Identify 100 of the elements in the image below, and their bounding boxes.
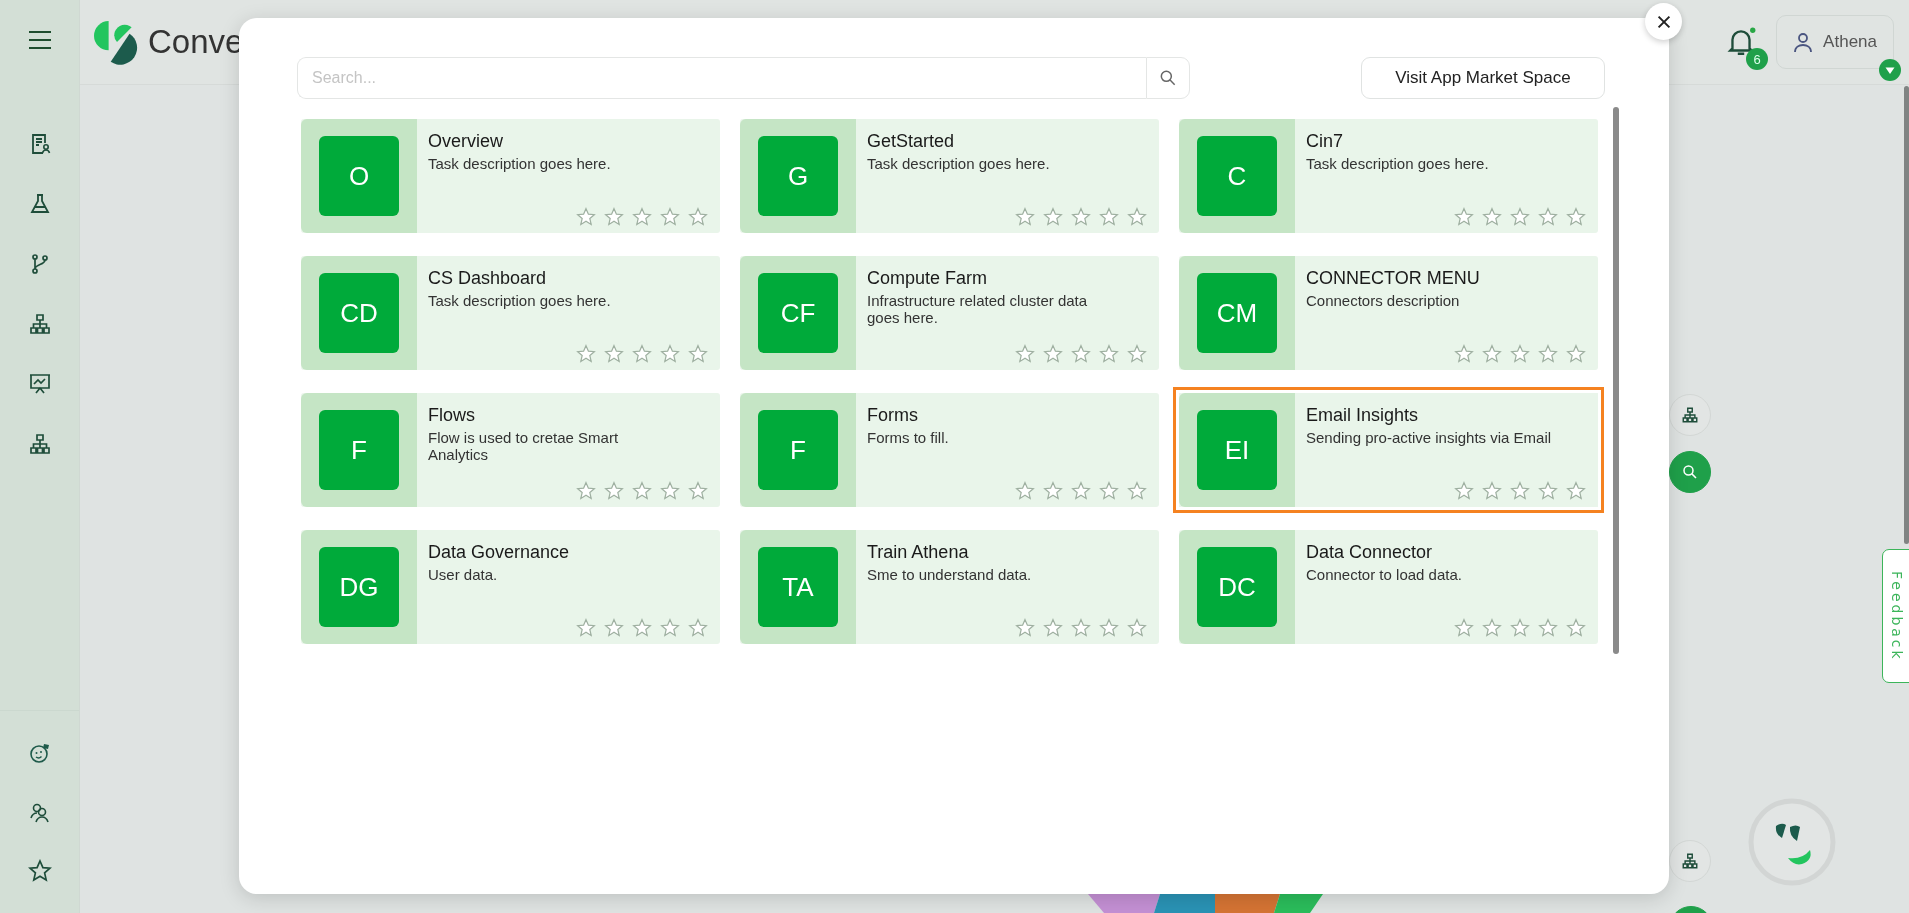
app-description: Connectors description <box>1306 293 1461 310</box>
hierarchy-button[interactable] <box>1669 840 1711 882</box>
star-rating[interactable] <box>1015 207 1147 227</box>
app-description: Infrastructure related cluster data goes here. <box>867 293 1089 326</box>
app-description: Task description goes here. <box>1306 156 1490 173</box>
app-title: Email Insights <box>1306 405 1420 426</box>
app-description: Forms to fill. <box>867 430 950 447</box>
star-icon <box>660 344 680 364</box>
star-icon <box>1538 344 1558 364</box>
star-icon[interactable] <box>27 859 52 883</box>
app-title: GetStarted <box>867 131 956 152</box>
star-rating[interactable] <box>1454 618 1586 638</box>
hierarchy-button[interactable] <box>1669 394 1711 436</box>
app-title: Flows <box>428 405 476 426</box>
app-title: Forms <box>867 405 919 426</box>
star-rating[interactable] <box>1015 481 1147 501</box>
hierarchy-icon <box>1681 852 1699 870</box>
star-icon <box>632 618 652 638</box>
star-icon <box>1566 344 1586 364</box>
caret-icon[interactable] <box>1879 59 1901 81</box>
star-icon <box>660 618 680 638</box>
star-rating[interactable] <box>576 207 708 227</box>
app-title: Data Connector <box>1306 542 1434 563</box>
star-icon <box>576 207 596 227</box>
app-description: Task description goes here. <box>428 293 612 310</box>
star-icon <box>1510 207 1530 227</box>
hierarchy-icon[interactable] <box>27 312 52 336</box>
star-icon <box>1454 618 1474 638</box>
app-initials-tile: F <box>758 410 838 490</box>
menu-icon[interactable] <box>28 31 51 49</box>
search-field[interactable]: Search... <box>297 57 1146 99</box>
star-icon <box>1538 481 1558 501</box>
star-icon <box>1071 481 1091 501</box>
app-title: CONNECTOR MENU <box>1306 268 1481 289</box>
star-icon <box>1043 344 1063 364</box>
star-icon <box>688 618 708 638</box>
star-icon <box>1071 207 1091 227</box>
star-rating[interactable] <box>576 344 708 364</box>
star-icon <box>604 618 624 638</box>
star-icon <box>1482 207 1502 227</box>
app-initials-tile: C <box>1197 136 1277 216</box>
app-description: Connector to load data. <box>1306 567 1463 584</box>
star-icon <box>632 344 652 364</box>
star-icon <box>1482 344 1502 364</box>
star-rating[interactable] <box>1454 344 1586 364</box>
star-rating[interactable] <box>1454 207 1586 227</box>
logo-icon <box>94 19 140 65</box>
search-icon <box>1158 68 1178 88</box>
notification-count: 6 <box>1746 48 1769 70</box>
smiley-icon[interactable] <box>27 741 52 765</box>
app-initials-tile: F <box>319 410 399 490</box>
app-card[interactable]: EI Email Insights Sending pro-active insights via Email <box>1173 387 1604 513</box>
visit-market-button[interactable]: Visit App Market Space <box>1361 57 1605 99</box>
app-initials-tile: CM <box>1197 273 1277 353</box>
star-icon <box>604 207 624 227</box>
app-initials-tile: DC <box>1197 547 1277 627</box>
star-rating[interactable] <box>1015 618 1147 638</box>
star-rating[interactable] <box>576 481 708 501</box>
star-icon <box>604 481 624 501</box>
star-icon <box>1127 618 1147 638</box>
star-icon <box>1099 344 1119 364</box>
star-icon <box>1015 618 1035 638</box>
star-icon <box>1043 481 1063 501</box>
app-title: Train Athena <box>867 542 970 563</box>
search-button[interactable] <box>1669 451 1711 493</box>
star-icon <box>1538 618 1558 638</box>
app-description: Sme to understand data. <box>867 567 1033 584</box>
star-icon <box>1099 207 1119 227</box>
star-rating[interactable] <box>1454 481 1586 501</box>
hierarchy-icon[interactable] <box>27 432 52 456</box>
star-icon <box>576 344 596 364</box>
star-icon <box>1043 207 1063 227</box>
app-initials-tile: O <box>319 136 399 216</box>
app-initials-tile: CD <box>319 273 399 353</box>
star-icon <box>1071 344 1091 364</box>
star-icon <box>576 618 596 638</box>
star-icon <box>1454 207 1474 227</box>
star-icon <box>1482 481 1502 501</box>
star-icon <box>660 481 680 501</box>
search-icon <box>1681 463 1699 481</box>
star-icon <box>1043 618 1063 638</box>
star-icon <box>1127 207 1147 227</box>
chatbot-button[interactable] <box>1748 798 1836 886</box>
dialog-scrollbar[interactable] <box>1613 107 1619 654</box>
presentation-chart-icon[interactable] <box>27 372 52 396</box>
app-title: Compute Farm <box>867 268 989 289</box>
app-title: Data Governance <box>428 542 571 563</box>
star-icon <box>1454 481 1474 501</box>
star-rating[interactable] <box>576 618 708 638</box>
star-rating[interactable] <box>1015 344 1147 364</box>
star-icon <box>1015 344 1035 364</box>
app-title: CS Dashboard <box>428 268 548 289</box>
page-scrollbar[interactable] <box>1904 86 1909 544</box>
star-icon <box>604 344 624 364</box>
star-icon <box>1127 481 1147 501</box>
star-icon <box>1538 207 1558 227</box>
star-icon <box>1099 481 1119 501</box>
star-icon <box>1566 618 1586 638</box>
star-icon <box>688 207 708 227</box>
star-icon <box>1015 481 1035 501</box>
